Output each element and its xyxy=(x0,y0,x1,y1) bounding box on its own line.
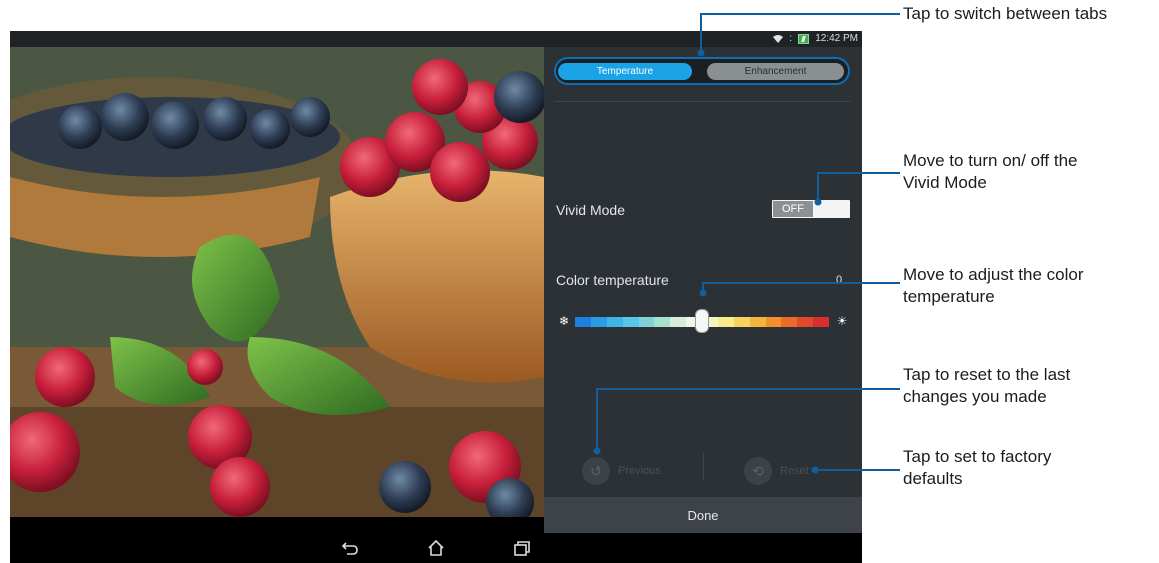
callout-reset-line1: Tap to set to factory xyxy=(903,447,1052,466)
callout-vivid-line1: Move to turn on/ off the xyxy=(903,151,1078,170)
callout-temperature: Move to adjust the color temperature xyxy=(903,264,1083,308)
callout-reset-line2: defaults xyxy=(903,469,963,488)
callout-temp-line2: temperature xyxy=(903,287,995,306)
callout-previous: Tap to reset to the last changes you mad… xyxy=(903,364,1070,408)
callout-vivid-line2: Vivid Mode xyxy=(903,173,987,192)
callout-prev-line2: changes you made xyxy=(903,387,1047,406)
callout-vivid: Move to turn on/ off the Vivid Mode xyxy=(903,150,1078,194)
callout-temp-line1: Move to adjust the color xyxy=(903,265,1084,284)
callout-reset: Tap to set to factory defaults xyxy=(903,446,1051,490)
callout-tabs: Tap to switch between tabs xyxy=(903,4,1108,23)
callout-prev-line1: Tap to reset to the last xyxy=(903,365,1071,384)
